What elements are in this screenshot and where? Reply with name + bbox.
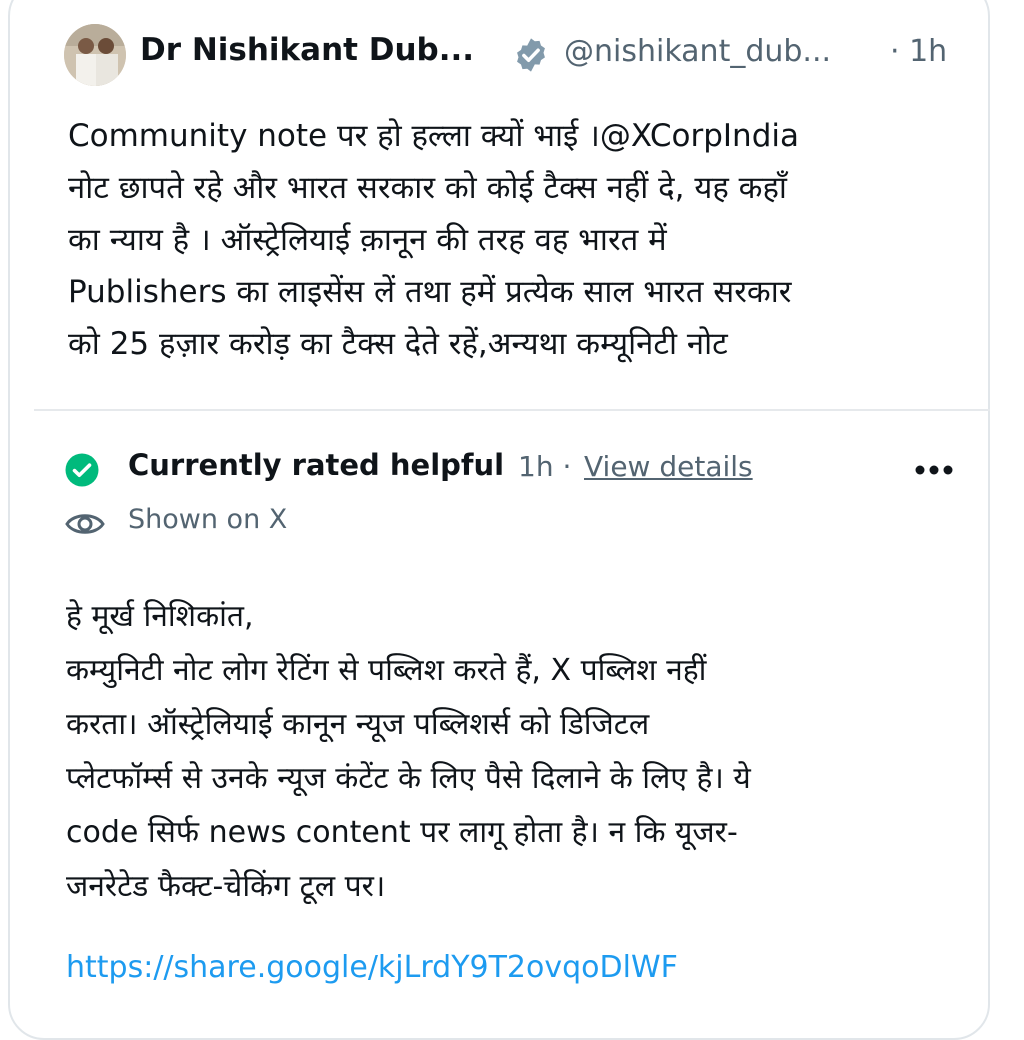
- note-line: करता। ऑस्ट्रेलियाई कानून न्यूज पब्लिशर्स…: [66, 707, 650, 742]
- note-text: हे मूर्ख निशिकांत, कम्युनिटी नोट लोग रेट…: [66, 590, 966, 914]
- note-time: 1h ·: [518, 450, 571, 483]
- time-label: 1h: [909, 34, 948, 69]
- tweet-line: को 25 हज़ार करोड़ का टैक्स देते रहें,अन्…: [68, 326, 728, 362]
- tweet-header: Dr Nishikant Dub... @nishikant_dub... · …: [64, 24, 964, 86]
- note-line: code सिर्फ news content पर लागू होता है।…: [66, 815, 738, 850]
- view-details-link[interactable]: View details: [584, 450, 753, 483]
- shown-on-x-label: Shown on X: [128, 504, 288, 535]
- note-status: Currently rated helpful: [128, 448, 505, 482]
- note-line: हे मूर्ख निशिकांत,: [66, 599, 254, 634]
- note-source-link[interactable]: https://share.google/kjLrdY9T2ovqoDlWF: [66, 950, 678, 985]
- note-line: प्लेटफॉर्म्स से उनके न्यूज कंटेंट के लिए…: [66, 761, 751, 796]
- tweet-line: Publishers का लाइसेंस लें तथा हमें प्रत्…: [68, 274, 792, 310]
- tweet-text: Community note पर हो हल्ला क्यों भाई ।@X…: [68, 110, 948, 370]
- shown-on-x-row: Shown on X: [64, 504, 464, 544]
- tweet-line: नोट छापते रहे और भारत सरकार को कोई टैक्स…: [68, 170, 787, 206]
- author-name[interactable]: Dr Nishikant Dub...: [140, 32, 474, 68]
- separator: ·: [890, 34, 900, 69]
- more-options-icon[interactable]: [914, 464, 954, 476]
- note-line: जनरेटेड फैक्ट-चेकिंग टूल पर।: [66, 869, 386, 904]
- note-time-label: 1h: [518, 450, 554, 483]
- avatar[interactable]: [64, 24, 126, 86]
- check-circle-icon: [65, 453, 99, 487]
- eye-icon: [65, 514, 105, 534]
- tweet-line: Community note पर हो हल्ला क्यों भाई ।@X…: [68, 118, 799, 154]
- community-note-header: Currently rated helpful 1h · View detail…: [64, 444, 964, 492]
- tweet-line: का न्याय है । ऑस्ट्रेलियाई क़ानून की तरह…: [68, 222, 667, 258]
- divider: [34, 409, 990, 411]
- tweet-time[interactable]: · 1h: [890, 34, 947, 69]
- separator: ·: [562, 450, 572, 483]
- author-handle[interactable]: @nishikant_dub...: [564, 34, 831, 69]
- note-line: कम्युनिटी नोट लोग रेटिंग से पब्लिश करते …: [66, 653, 707, 688]
- verified-badge-icon: [517, 38, 545, 72]
